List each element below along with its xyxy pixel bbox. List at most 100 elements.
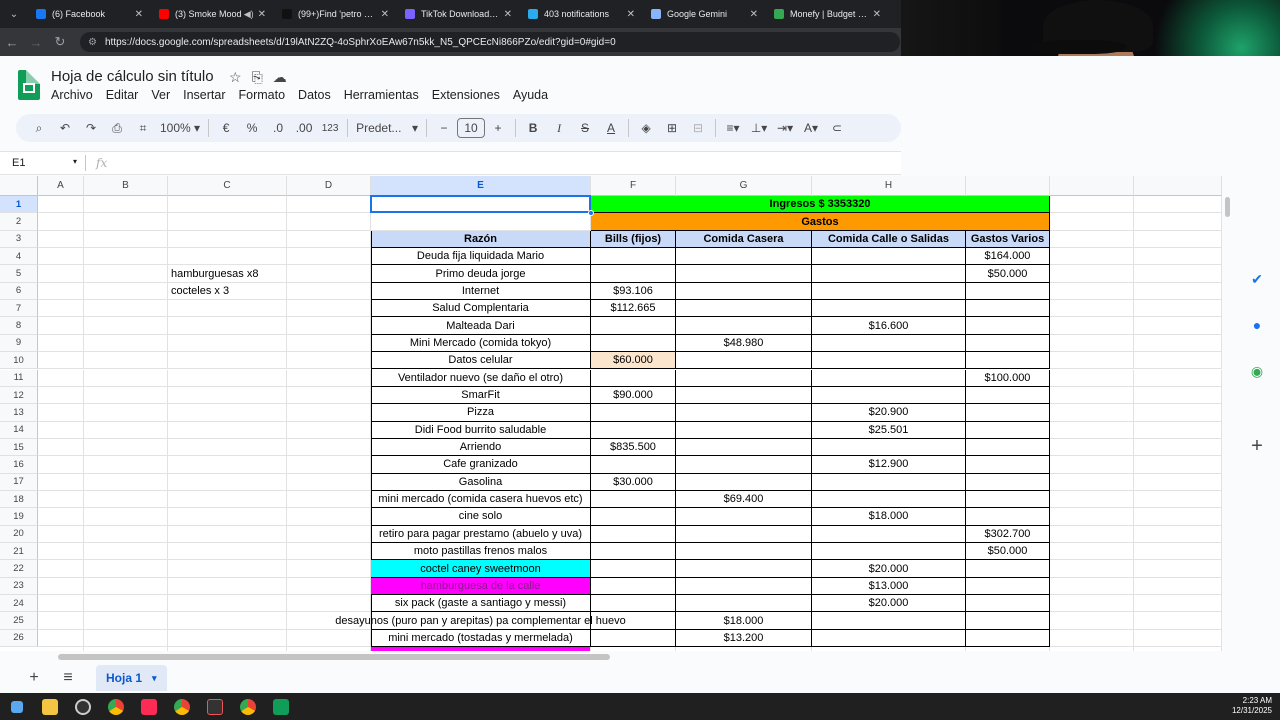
amount-cell[interactable] [812,248,966,266]
amount-cell[interactable]: $50.000 [966,265,1050,283]
grid-cell[interactable] [168,317,287,335]
amount-cell[interactable] [966,629,1050,648]
text-color-icon[interactable]: A [598,116,624,140]
grid-cell[interactable] [84,473,168,491]
grid-cell[interactable] [38,386,84,405]
text-rotation-icon[interactable]: A▾ [798,116,824,140]
amount-cell[interactable] [676,473,812,491]
maps-icon[interactable]: ◉ [1248,362,1266,380]
grid-cell[interactable] [168,508,287,526]
amount-cell[interactable] [591,404,676,422]
amount-cell[interactable] [812,629,966,648]
grid-cell[interactable] [1050,595,1134,613]
redo-icon[interactable]: ↷ [78,116,104,140]
row-header[interactable]: 14 [0,421,38,439]
grid-cell[interactable] [1134,629,1222,648]
grid-cell[interactable] [84,334,168,353]
tab-close-icon[interactable]: ✕ [504,9,512,20]
tab-close-icon[interactable]: ✕ [873,9,881,20]
grid-cell[interactable] [168,629,287,648]
amount-cell[interactable]: $90.000 [591,386,676,405]
amount-cell[interactable] [676,525,812,543]
note-cell[interactable]: hamburguesas x8 [168,265,287,283]
amount-cell[interactable] [812,386,966,405]
grid-cell[interactable] [84,560,168,578]
cloud-status-icon[interactable]: ☁ [273,69,287,86]
get-addons-icon[interactable]: + [1248,435,1266,457]
grid-cell[interactable] [1134,317,1222,335]
menu-item[interactable]: Ver [151,88,170,102]
row-header[interactable]: 19 [0,508,38,526]
grid-cell[interactable] [1134,265,1222,283]
grid-cell[interactable] [1050,404,1134,422]
amount-cell[interactable] [591,265,676,283]
grid-cell[interactable] [168,300,287,318]
reason-cell[interactable]: Malteada Dari [371,317,591,335]
grid-cell[interactable] [287,490,371,509]
amount-cell[interactable] [812,473,966,491]
grid-cell[interactable] [1050,629,1134,648]
row-header[interactable]: 13 [0,404,38,422]
grid-cell[interactable] [1050,248,1134,266]
row-header[interactable]: 8 [0,317,38,335]
grid-cell[interactable] [1050,456,1134,474]
browser-tab[interactable]: (99+)Find 'petro anu ✕ [274,0,397,28]
grid-cell[interactable] [1050,300,1134,318]
amount-cell[interactable] [676,456,812,474]
grid-cell[interactable] [38,404,84,422]
grid-cell[interactable] [84,577,168,596]
fill-color-icon[interactable]: ◈ [633,116,659,140]
grid-cell[interactable] [1050,265,1134,283]
table-header-cell[interactable]: Comida Casera [676,230,812,249]
grid-cell[interactable] [1050,421,1134,439]
sheet-tab[interactable]: Hoja 1 ▾ [96,665,167,691]
grid-cell[interactable] [38,230,84,249]
grid-cell[interactable] [84,300,168,318]
grid-cell[interactable] [168,525,287,543]
amount-cell[interactable]: $12.900 [812,456,966,474]
vertical-scrollbar[interactable] [1225,197,1230,217]
column-header[interactable] [1134,176,1222,196]
amount-cell[interactable] [966,334,1050,353]
grid-cell[interactable] [287,369,371,387]
grid-cell[interactable] [1134,473,1222,491]
grid-cell[interactable] [287,438,371,457]
reason-cell[interactable]: SmarFit [371,386,591,405]
amount-cell[interactable]: $30.000 [591,473,676,491]
reason-cell[interactable]: coctel caney sweetmoon [371,560,591,578]
amount-cell[interactable] [676,508,812,526]
sheets-app-icon[interactable] [264,693,297,720]
grid-cell[interactable] [84,490,168,509]
tab-close-icon[interactable]: ✕ [381,9,389,20]
grid-cell[interactable] [38,473,84,491]
grid-cell[interactable] [168,404,287,422]
grid-cell[interactable] [287,317,371,335]
grid-cell[interactable] [84,404,168,422]
grid-cell[interactable] [287,473,371,491]
borders-icon[interactable]: ⊞ [659,116,685,140]
reason-cell[interactable]: Salud Complentaria [371,300,591,318]
grid-cell[interactable] [168,369,287,387]
chrome-alt-icon[interactable] [231,693,264,720]
amount-cell[interactable]: $48.980 [676,334,812,353]
row-header[interactable]: 3 [0,230,38,249]
start-icon[interactable] [0,693,33,720]
menu-item[interactable]: Herramientas [344,88,419,102]
grid-cell[interactable] [1050,525,1134,543]
undo-icon[interactable]: ↶ [52,116,78,140]
grid-cell[interactable] [84,352,168,370]
italic-icon[interactable]: I [546,116,572,140]
grid-cell[interactable] [84,438,168,457]
column-header[interactable]: D [287,176,371,196]
grid-cell[interactable] [38,508,84,526]
grid-cell[interactable] [1050,647,1134,651]
grid-cell[interactable] [84,525,168,543]
strikethrough-icon[interactable]: S [572,116,598,140]
grid-cell[interactable] [812,647,966,651]
amount-cell[interactable]: $16.600 [812,317,966,335]
reason-cell[interactable]: Didi Food burrito saludable [371,421,591,439]
grid-cell[interactable] [84,369,168,387]
tasks-icon[interactable]: ✔ [1248,270,1266,288]
search-menus-icon[interactable]: ⌕ [26,116,52,140]
grid-cell[interactable] [38,196,84,214]
